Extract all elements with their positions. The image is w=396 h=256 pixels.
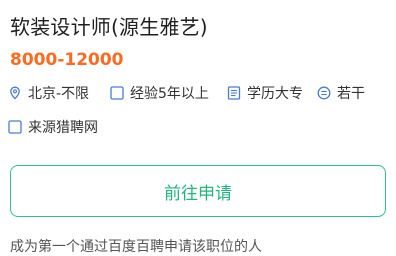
tag-education: 学历大专 [227, 83, 303, 103]
footer-note: 成为第一个通过百度百聘申请该职位的人 [10, 239, 262, 255]
apply-button-label: 前往申请 [164, 183, 232, 204]
tag-education-label: 学历大专 [247, 86, 303, 102]
job-title: 软装设计师(源生雅艺) [10, 15, 208, 39]
tag-experience-label: 经验5年以上 [130, 86, 209, 102]
salary: 8000-12000 [10, 50, 124, 70]
tag-location: 北京-不限 [8, 83, 89, 103]
tag-source: 来源猎聘网 [8, 117, 98, 137]
tag-location-label: 北京-不限 [28, 86, 90, 102]
apply-button[interactable]: 前往申请 [10, 165, 386, 217]
tag-source-label: 来源猎聘网 [28, 120, 98, 136]
location-pin-icon [8, 86, 22, 100]
tag-headcount: 若干 [317, 83, 365, 103]
source-icon [8, 120, 22, 134]
tag-experience: 经验5年以上 [110, 83, 209, 103]
document-icon [227, 86, 241, 100]
tag-headcount-label: 若干 [337, 86, 365, 102]
briefcase-icon [110, 86, 124, 100]
people-icon [317, 86, 331, 100]
job-tags: 北京-不限 经验5年以上 学历大专 若干 来源猎聘网 [8, 83, 392, 143]
